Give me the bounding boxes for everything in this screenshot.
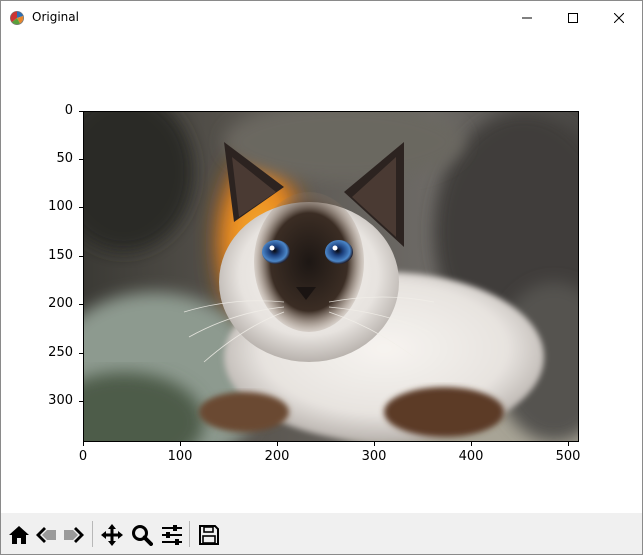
minimize-button[interactable] [504,1,550,34]
back-button[interactable] [34,523,58,547]
y-tick-mark [79,256,83,257]
y-tick-label: 50 [56,151,73,166]
y-tick-label: 300 [48,393,73,408]
x-tick-label: 400 [458,449,484,464]
kitten-image [84,112,578,441]
close-icon [614,12,624,23]
zoom-icon [132,525,153,546]
x-tick-mark [568,442,569,446]
back-icon [36,527,56,543]
x-tick-mark [180,442,181,446]
x-tick-label: 200 [264,449,290,464]
x-tick-mark [374,442,375,446]
zoom-button[interactable] [130,523,154,547]
x-tick-mark [83,442,84,446]
forward-icon [64,527,84,543]
y-tick-mark [79,304,83,305]
x-tick-label: 0 [78,449,88,464]
home-button[interactable] [7,523,31,547]
maximize-icon [568,12,578,23]
configure-subplots-icon [162,525,182,545]
toolbar-separator [189,521,190,547]
toolbar-separator [92,521,93,547]
pan-button[interactable] [100,523,124,547]
x-tick-mark [471,442,472,446]
save-icon [199,525,219,545]
x-tick-mark [277,442,278,446]
y-tick-label: 100 [48,199,73,214]
x-tick-label: 300 [361,449,387,464]
y-tick-mark [79,111,83,112]
pan-icon [101,524,123,546]
y-tick-label: 250 [48,345,73,360]
app-logo-icon [9,10,25,26]
y-tick-mark [79,159,83,160]
navigation-toolbar [1,513,642,554]
y-tick-label: 200 [48,296,73,311]
configure-subplots-button[interactable] [160,523,184,547]
title-bar[interactable]: Original [1,1,642,34]
image-axes[interactable] [83,111,579,442]
maximize-button[interactable] [550,1,596,34]
y-tick-label: 150 [48,248,73,263]
x-tick-label: 100 [167,449,193,464]
close-button[interactable] [596,1,642,34]
save-button[interactable] [197,523,221,547]
home-icon [9,526,29,544]
window-title: Original [32,10,79,24]
app-window: Original 0 50 100 150 200 250 300 0 100 … [0,0,643,555]
x-tick-label: 500 [555,449,581,464]
y-tick-mark [79,401,83,402]
forward-button[interactable] [62,523,86,547]
minimize-icon [522,17,532,18]
y-tick-mark [79,353,83,354]
y-tick-label: 0 [64,103,73,118]
y-tick-mark [79,207,83,208]
